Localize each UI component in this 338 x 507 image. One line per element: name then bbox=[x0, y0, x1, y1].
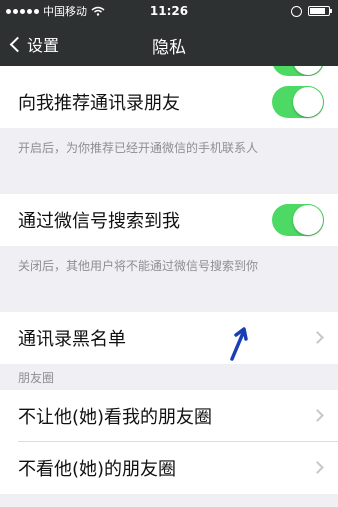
chevron-right-icon bbox=[311, 409, 324, 422]
hide-my-moments-label: 不让他(她)看我的朋友圈 bbox=[18, 407, 213, 428]
search-by-wechat-id-toggle[interactable] bbox=[272, 204, 324, 236]
recommend-contacts-toggle[interactable] bbox=[272, 86, 324, 118]
annotation-arrow-icon bbox=[230, 327, 248, 361]
blacklist-row[interactable]: 通讯录黑名单 bbox=[0, 312, 338, 364]
hide-their-moments-row[interactable]: 不看他(她)的朋友圈 bbox=[0, 442, 338, 494]
hide-my-moments-row[interactable]: 不让他(她)看我的朋友圈 bbox=[0, 390, 338, 442]
recommend-contacts-label: 向我推荐通讯录朋友 bbox=[18, 93, 180, 114]
partially-hidden-row[interactable] bbox=[0, 66, 338, 76]
page-title: 隐私 bbox=[152, 38, 186, 58]
blacklist-label: 通讯录黑名单 bbox=[18, 329, 126, 350]
battery-icon bbox=[308, 6, 332, 16]
recommend-contacts-row: 向我推荐通讯录朋友 bbox=[0, 76, 338, 128]
navigation-bar: 设置 隐私 bbox=[0, 22, 338, 66]
search-by-wechat-id-label: 通过微信号搜索到我 bbox=[18, 211, 180, 232]
settings-list: 向我推荐通讯录朋友 开启后，为你推荐已经开通微信的手机联系人 通过微信号搜索到我… bbox=[0, 66, 338, 494]
search-by-wechat-id-note: 关闭后，其他用户将不能通过微信号搜索到你 bbox=[18, 258, 259, 273]
toggle-knob bbox=[293, 205, 323, 235]
status-right bbox=[291, 0, 332, 22]
status-time: 11:26 bbox=[149, 4, 189, 18]
recommend-contacts-note: 开启后，为你推荐已经开通微信的手机联系人 bbox=[18, 140, 259, 155]
status-bar: 中国移动 11:26 bbox=[0, 0, 338, 22]
search-by-wechat-id-row: 通过微信号搜索到我 bbox=[0, 194, 338, 246]
moments-section-header: 朋友圈 bbox=[18, 370, 55, 385]
hide-their-moments-label: 不看他(她)的朋友圈 bbox=[18, 459, 177, 480]
chevron-right-icon bbox=[311, 331, 324, 344]
partially-hidden-toggle[interactable] bbox=[272, 66, 324, 76]
toggle-knob bbox=[293, 87, 323, 117]
chevron-right-icon bbox=[311, 461, 324, 474]
rotation-lock-icon bbox=[291, 5, 302, 17]
